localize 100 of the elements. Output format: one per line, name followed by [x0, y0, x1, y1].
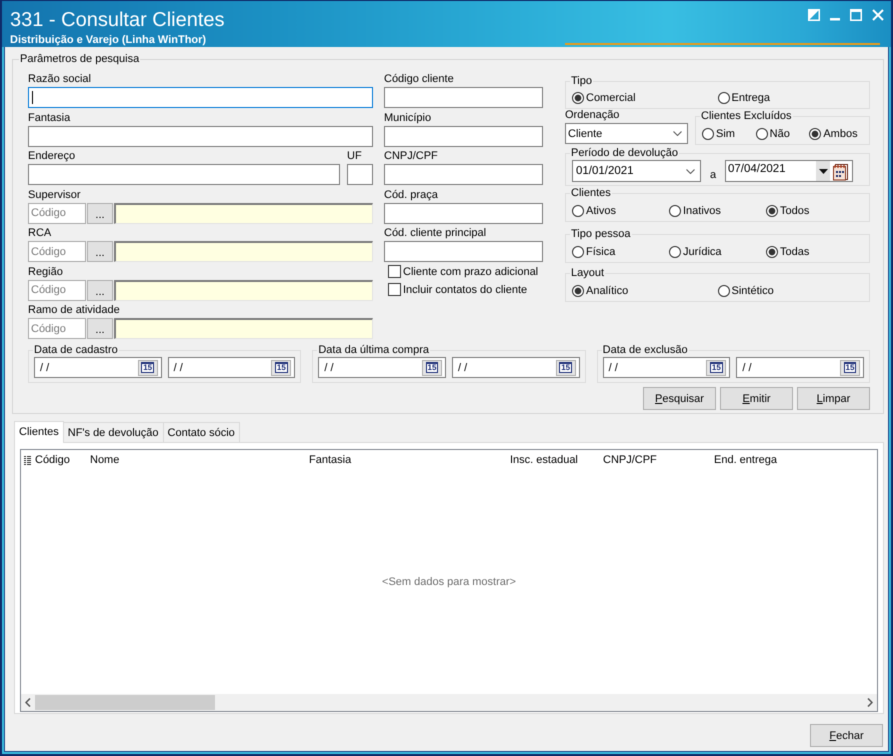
text-field[interactable] — [384, 87, 543, 108]
date-field[interactable]: / / 15 — [168, 357, 296, 378]
scrollbar-thumb[interactable] — [35, 695, 215, 710]
date-field[interactable]: / / 15 — [736, 357, 864, 378]
half-filled-square-icon[interactable] — [808, 9, 820, 21]
radio-button[interactable] — [766, 246, 778, 258]
caret-down-icon — [818, 168, 828, 174]
group-title: Tipo pessoa — [570, 228, 632, 240]
radio-label[interactable]: Analítico — [586, 284, 628, 296]
radio-label[interactable]: Inativos — [683, 205, 721, 217]
radio-button[interactable] — [669, 205, 681, 217]
text-field[interactable] — [28, 126, 373, 146]
radio-button[interactable] — [718, 284, 730, 296]
column-header[interactable]: Fantasia — [307, 454, 508, 466]
group-title: Data da última compra — [317, 344, 430, 357]
text-field[interactable] — [347, 164, 373, 185]
radio-button[interactable] — [572, 284, 584, 296]
text-field[interactable] — [28, 87, 373, 108]
field-label: Ordenação — [565, 108, 620, 122]
text-field[interactable] — [384, 164, 543, 185]
maximize-icon[interactable] — [850, 9, 862, 21]
checkbox-label[interactable]: Cliente com prazo adicional — [403, 266, 538, 278]
column-header[interactable]: CNPJ/CPF — [601, 454, 712, 466]
radio-button[interactable] — [572, 246, 584, 258]
group-title: Clientes Excluídos — [700, 110, 792, 123]
calendar-button[interactable]: 15 — [271, 360, 292, 376]
radio-button[interactable] — [718, 92, 730, 104]
radio-label[interactable]: Ambos — [823, 128, 858, 140]
field-label: Município — [384, 110, 432, 124]
horizontal-scrollbar[interactable] — [21, 694, 877, 711]
tab[interactable]: Contato sócio — [162, 422, 240, 442]
field-label: Cód. cliente principal — [384, 226, 488, 240]
calendar-button[interactable]: 15 — [556, 360, 576, 376]
field-label: Cód. praça — [384, 188, 439, 202]
text-field[interactable] — [384, 126, 543, 146]
code-field[interactable]: Código — [28, 202, 86, 224]
radio-button[interactable] — [669, 246, 681, 258]
action-button[interactable]: Limpar — [797, 387, 870, 410]
checkbox[interactable] — [388, 283, 401, 296]
radio-label[interactable]: Ativos — [586, 205, 616, 217]
tab[interactable]: Clientes — [14, 421, 64, 443]
calendar-button[interactable]: 15 — [840, 360, 860, 376]
lookup-button[interactable]: ... — [87, 280, 113, 300]
lookup-button[interactable]: ... — [87, 318, 113, 339]
column-header[interactable]: End. entrega — [712, 454, 877, 466]
date-field[interactable]: / / 15 — [318, 357, 446, 378]
checkbox-label[interactable]: Incluir contatos do cliente — [403, 284, 528, 296]
text-field[interactable] — [28, 164, 340, 185]
chevron-right-icon[interactable] — [867, 698, 873, 707]
chevron-left-icon[interactable] — [25, 698, 31, 707]
radio-button[interactable] — [702, 128, 714, 140]
radio-label[interactable]: Sim — [716, 128, 735, 140]
radio-label[interactable]: Física — [586, 246, 616, 258]
radio-label[interactable]: Entrega — [732, 92, 770, 104]
text-field[interactable] — [384, 241, 543, 262]
action-button[interactable]: Emitir — [720, 387, 793, 410]
action-button[interactable]: Pesquisar — [643, 387, 716, 410]
radio-label[interactable]: Comercial — [586, 92, 636, 104]
group-title: Parâmetros de pesquisa — [19, 53, 140, 66]
radio-button[interactable] — [572, 92, 584, 104]
radio-label[interactable]: Jurídica — [683, 246, 722, 258]
field-label: Fantasia — [28, 110, 72, 124]
calendar-button[interactable]: 15 — [138, 360, 158, 376]
calendar-button[interactable]: 15 — [706, 360, 726, 376]
radio-button[interactable] — [809, 128, 822, 140]
calendar-icon[interactable] — [832, 162, 850, 180]
code-field[interactable]: Código — [28, 241, 86, 262]
radio-label[interactable]: Não — [770, 128, 790, 140]
radio-button[interactable] — [572, 205, 584, 217]
window-title: 331 - Consultar Clientes — [10, 8, 225, 32]
close-icon[interactable] — [872, 9, 884, 21]
column-header[interactable]: Nome — [88, 454, 307, 466]
date-dropdown[interactable]: 01/01/2021 — [572, 160, 701, 182]
radio-label[interactable]: Todas — [780, 246, 810, 258]
text-field[interactable] — [384, 202, 543, 224]
date-field[interactable]: / / 15 — [452, 357, 580, 378]
date-field[interactable]: 07/04/2021 — [725, 160, 853, 182]
dropdown-button[interactable] — [816, 161, 830, 181]
calendar-button[interactable]: 15 — [422, 360, 442, 376]
group-title: Layout — [570, 266, 606, 280]
list-icon[interactable] — [24, 456, 31, 464]
group-title: Período de devolução — [570, 147, 680, 160]
column-header[interactable]: Código — [33, 454, 88, 466]
lookup-button[interactable]: ... — [87, 202, 113, 224]
date-field[interactable]: / / 15 — [34, 357, 162, 378]
close-button[interactable]: Fechar — [810, 724, 883, 747]
group-title: Tipo — [570, 75, 593, 88]
field-label: UF — [347, 149, 363, 163]
chevron-down-icon — [686, 168, 695, 174]
column-header[interactable]: Insc. estadual — [508, 454, 601, 466]
lookup-button[interactable]: ... — [87, 241, 113, 262]
radio-label[interactable]: Todos — [780, 205, 810, 217]
code-field[interactable]: Código — [28, 280, 86, 300]
checkbox[interactable] — [388, 265, 401, 278]
sort-dropdown[interactable]: Cliente — [565, 123, 688, 144]
code-field[interactable]: Código — [28, 318, 86, 339]
date-field[interactable]: / / 15 — [602, 357, 730, 378]
radio-button[interactable] — [756, 128, 768, 140]
radio-button[interactable] — [766, 205, 778, 217]
radio-label[interactable]: Sintético — [732, 284, 774, 296]
